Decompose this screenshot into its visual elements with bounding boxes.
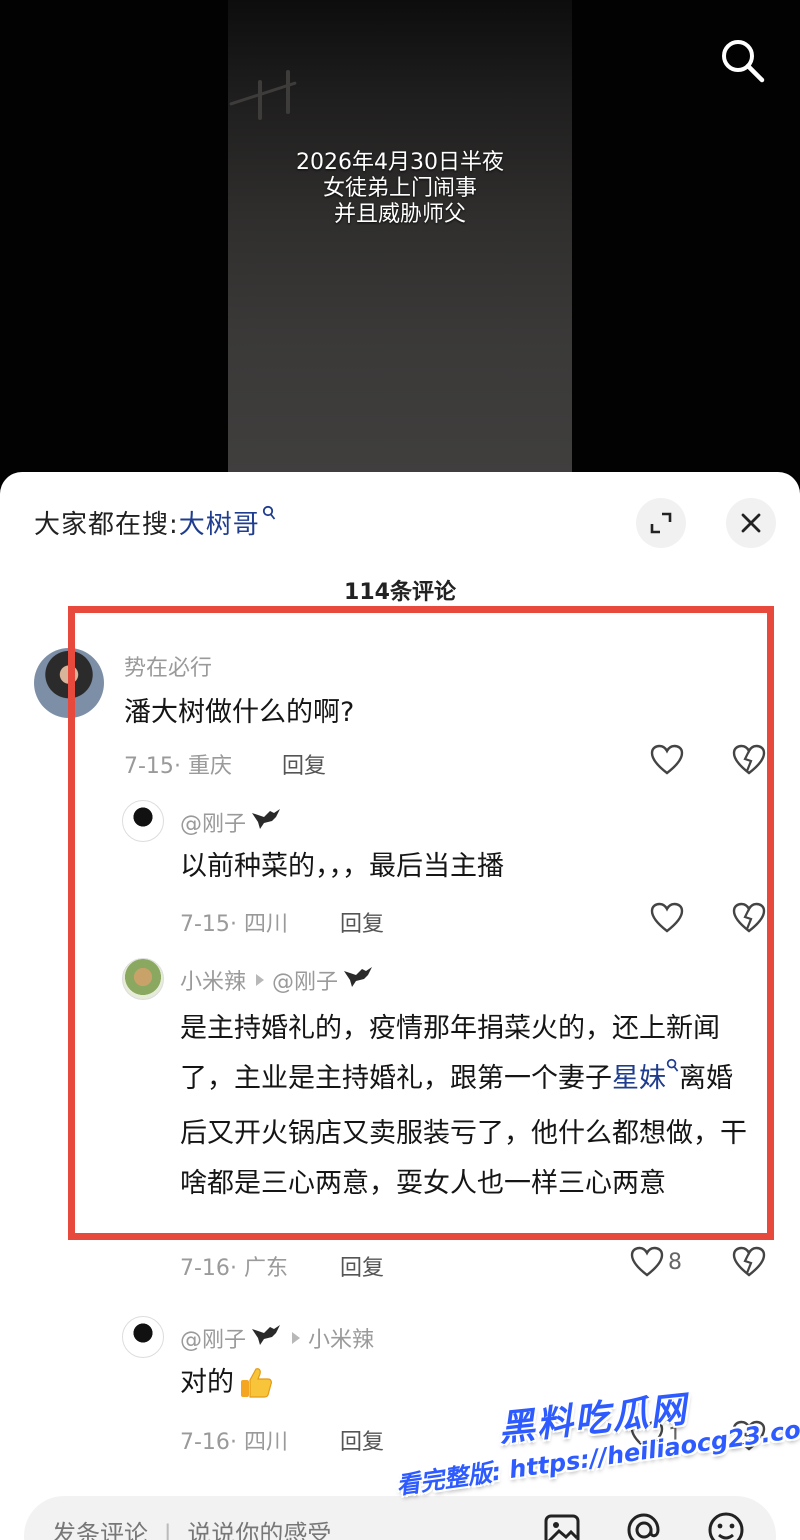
- search-small-icon: [666, 1058, 679, 1077]
- close-button[interactable]: [726, 498, 776, 548]
- reply-item: 小米辣 @刚子 是主持婚礼的，疫情那年捐菜火的，还上新闻了，主业是主持婚礼，跟第…: [0, 958, 800, 1298]
- emoji-icon[interactable]: [706, 1510, 746, 1540]
- comment-username[interactable]: 势在必行: [124, 650, 212, 682]
- video-caption: 2026年4月30日半夜 女徒弟上门闹事 并且威胁师父: [228, 150, 572, 228]
- heart-icon: [650, 902, 684, 933]
- avatar[interactable]: [34, 648, 104, 718]
- reply-item: @刚子 以前种菜的，，，最后当主播 7-15· 四川 回复: [0, 800, 800, 950]
- search-link[interactable]: 星妹: [612, 1063, 666, 1094]
- reply-username[interactable]: 小米辣 @刚子: [180, 964, 374, 996]
- comment-input-placeholder: 发条评论 | 说说你的感受: [52, 1514, 331, 1540]
- video-player[interactable]: 2026年4月30日半夜 女徒弟上门闹事 并且威胁师父: [0, 0, 800, 480]
- heart-icon: [650, 744, 684, 775]
- reply-username-text: @刚子: [180, 812, 247, 837]
- reply-button[interactable]: 回复: [340, 906, 384, 938]
- reply-to-username: 小米辣: [308, 1328, 375, 1353]
- reply-text: 是主持婚礼的，疫情那年捐菜火的，还上新闻了，主业是主持婚礼，跟第一个妻子星妹 离婚…: [180, 1004, 758, 1209]
- comment-location: 重庆: [187, 754, 232, 779]
- reply-username-text: @刚子: [180, 1328, 247, 1353]
- reply-username[interactable]: @刚子: [180, 806, 282, 838]
- reply-location: 四川: [243, 912, 288, 937]
- reply-date: 7-16: [180, 1430, 230, 1455]
- like-button[interactable]: [650, 902, 684, 934]
- reply-meta: 7-16· 广东: [180, 1256, 288, 1281]
- like-button[interactable]: 8: [630, 1246, 682, 1278]
- railing-shape: [228, 70, 308, 130]
- mention-icon[interactable]: [624, 1510, 664, 1540]
- search-small-icon: [262, 505, 276, 525]
- bird-emoji-icon: [250, 1323, 282, 1353]
- broken-heart-icon: [732, 902, 766, 933]
- hot-search-label: 大家都在搜:: [34, 510, 179, 540]
- comment-date: 7-15: [124, 754, 174, 779]
- thumbs-up-icon: [238, 1365, 274, 1401]
- bird-emoji-icon: [342, 965, 374, 995]
- reply-username[interactable]: @刚子 小米辣: [180, 1322, 374, 1354]
- image-icon[interactable]: [542, 1510, 582, 1540]
- broken-heart-icon: [732, 744, 766, 775]
- caption-line-3: 并且威胁师父: [333, 202, 466, 227]
- reply-meta: 7-15· 四川: [180, 912, 288, 937]
- like-count: 8: [668, 1249, 682, 1275]
- bird-emoji-icon: [250, 807, 282, 837]
- hot-search-keyword[interactable]: 大树哥: [179, 504, 260, 541]
- hot-search-bar: 大家都在搜: 大树哥: [34, 504, 276, 541]
- dislike-button[interactable]: [732, 1246, 766, 1282]
- caption-line-2: 女徒弟上门闹事: [322, 176, 477, 201]
- reply-meta: 7-16· 四川: [180, 1430, 288, 1455]
- broken-heart-icon: [732, 1246, 766, 1277]
- expand-button[interactable]: [636, 498, 686, 548]
- avatar[interactable]: [122, 1316, 164, 1358]
- expand-icon: [650, 512, 672, 534]
- like-button[interactable]: [650, 744, 684, 776]
- reply-arrow-icon: [256, 974, 265, 986]
- heart-icon: [630, 1246, 664, 1277]
- reply-button[interactable]: 回复: [282, 748, 326, 780]
- close-icon: [741, 513, 761, 533]
- search-icon[interactable]: [716, 34, 768, 86]
- reply-location: 广东: [243, 1256, 288, 1281]
- reply-arrow-icon: [292, 1332, 301, 1344]
- reply-button[interactable]: 回复: [340, 1250, 384, 1282]
- reply-text: 以前种菜的，，，最后当主播: [180, 851, 504, 882]
- comment-text: 潘大树做什么的啊?: [124, 697, 355, 728]
- placeholder-main: 发条评论: [52, 1520, 148, 1540]
- video-frame: [228, 0, 572, 480]
- reply-date: 7-15: [180, 912, 230, 937]
- avatar[interactable]: [122, 958, 164, 1000]
- reply-date: 7-16: [180, 1256, 230, 1281]
- comment-count: 114条评论: [344, 580, 456, 605]
- comment-item: 势在必行 潘大树做什么的啊? 7-15· 重庆 回复: [0, 642, 800, 792]
- comment-meta: 7-15· 重庆: [124, 754, 232, 779]
- reply-to-username: @刚子: [272, 970, 339, 995]
- dislike-button[interactable]: [732, 744, 766, 780]
- reply-button[interactable]: 回复: [340, 1424, 384, 1456]
- avatar[interactable]: [122, 800, 164, 842]
- placeholder-sub: 说说你的感受: [187, 1520, 332, 1540]
- caption-line-1: 2026年4月30日半夜: [296, 150, 504, 175]
- dislike-button[interactable]: [732, 902, 766, 938]
- reply-location: 四川: [243, 1430, 288, 1455]
- comment-input-bar[interactable]: 发条评论 | 说说你的感受: [24, 1496, 776, 1540]
- reply-text-content: 对的: [180, 1367, 234, 1398]
- reply-username-text: 小米辣: [180, 970, 247, 995]
